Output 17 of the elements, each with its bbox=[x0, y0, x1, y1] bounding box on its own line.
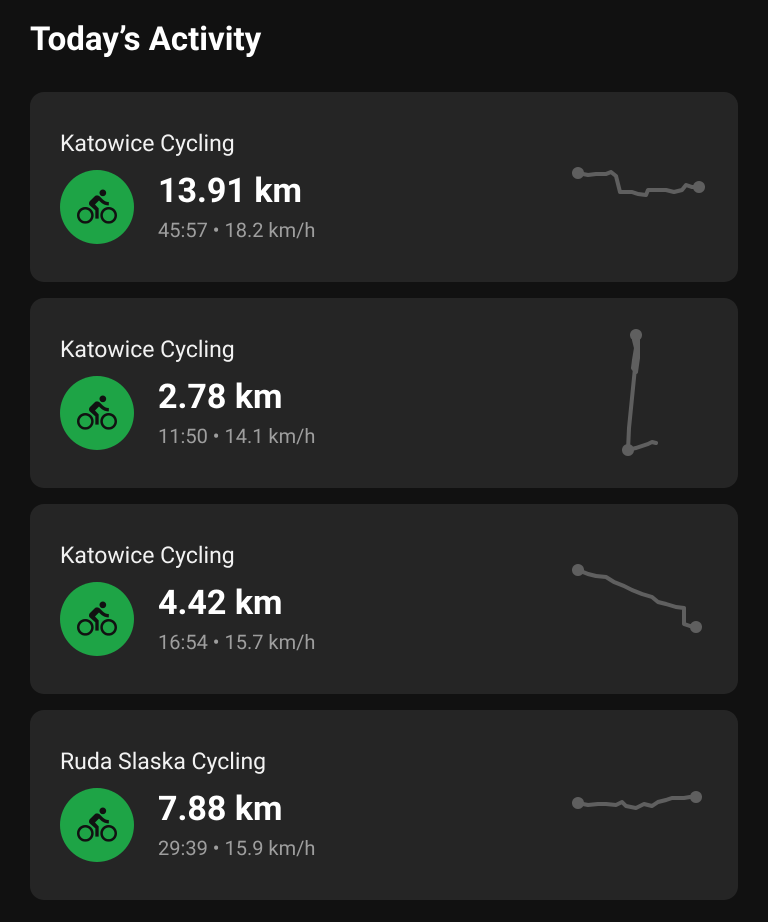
activity-distance: 13.91 km bbox=[158, 171, 302, 211]
activity-stats: 11:50 • 14.1 km/h bbox=[158, 423, 316, 449]
activity-card[interactable]: Katowice Cycling 4.42 km 16:54 • 15.7 km/h bbox=[30, 504, 738, 694]
activity-card[interactable]: Katowice Cycling 13.91 km 45:57 • 18.2 km/h bbox=[30, 92, 738, 282]
activity-name: Katowice Cycling bbox=[60, 542, 235, 570]
activity-name: Ruda Slaska Cycling bbox=[60, 748, 266, 776]
page-title: Today’s Activity bbox=[30, 19, 262, 61]
activity-card[interactable]: Katowice Cycling 2.78 km 11:50 • 14.1 km/h bbox=[30, 298, 738, 488]
activity-name: Katowice Cycling bbox=[60, 130, 235, 158]
activity-card[interactable]: Ruda Slaska Cycling 7.88 km 29:39 • 15.9 km/h bbox=[30, 710, 738, 900]
activity-distance: 2.78 km bbox=[158, 377, 282, 417]
activity-name: Katowice Cycling bbox=[60, 336, 235, 364]
activity-distance: 7.88 km bbox=[158, 789, 282, 829]
activity-stats: 29:39 • 15.9 km/h bbox=[158, 835, 316, 861]
activity-distance: 4.42 km bbox=[158, 583, 282, 623]
activity-stats: 45:57 • 18.2 km/h bbox=[158, 217, 316, 243]
activity-stats: 16:54 • 15.7 km/h bbox=[158, 629, 316, 655]
